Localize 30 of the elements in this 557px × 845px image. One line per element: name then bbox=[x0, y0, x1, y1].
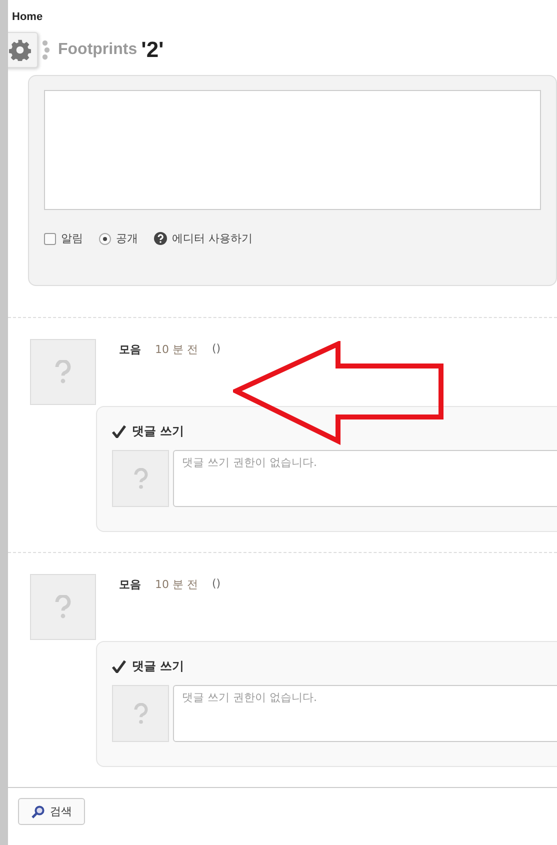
settings-icon bbox=[9, 39, 31, 61]
comment-input[interactable]: 댓글 쓰기 권한이 없습니다. bbox=[173, 685, 557, 742]
editor-help-link[interactable]: 에디터 사용하기 bbox=[172, 231, 252, 246]
message-input[interactable] bbox=[44, 90, 541, 210]
post-extra: () bbox=[212, 577, 221, 592]
breadcrumb-link[interactable]: Home bbox=[8, 0, 557, 31]
post-time: 10 분 전 bbox=[155, 577, 198, 593]
post-extra: () bbox=[212, 342, 221, 357]
checkmark-icon bbox=[112, 660, 126, 673]
question-mark-icon bbox=[134, 702, 148, 724]
question-mark-icon bbox=[55, 360, 71, 384]
public-radio[interactable] bbox=[99, 232, 111, 244]
notify-checkbox[interactable] bbox=[44, 232, 56, 244]
option-label: 알림 bbox=[61, 231, 83, 246]
option-label: 공개 bbox=[116, 231, 138, 246]
question-mark-icon bbox=[55, 595, 71, 619]
comment-heading: 댓글 쓰기 bbox=[132, 658, 184, 675]
post-time: 10 분 전 bbox=[155, 342, 198, 358]
question-mark-icon bbox=[134, 468, 148, 490]
comment-heading: 댓글 쓰기 bbox=[132, 423, 184, 440]
settings-button[interactable] bbox=[8, 32, 38, 68]
help-icon[interactable] bbox=[154, 232, 167, 245]
author-name: 모음 bbox=[119, 342, 141, 358]
checkmark-icon bbox=[112, 425, 126, 438]
footprint-count: '2' bbox=[141, 37, 164, 63]
author-name: 모음 bbox=[119, 577, 141, 593]
search-icon bbox=[31, 804, 45, 818]
page-title: Footprints bbox=[58, 41, 138, 59]
search-button[interactable]: 검색 bbox=[18, 798, 85, 825]
comment-input[interactable]: 댓글 쓰기 권한이 없습니다. bbox=[173, 450, 557, 507]
